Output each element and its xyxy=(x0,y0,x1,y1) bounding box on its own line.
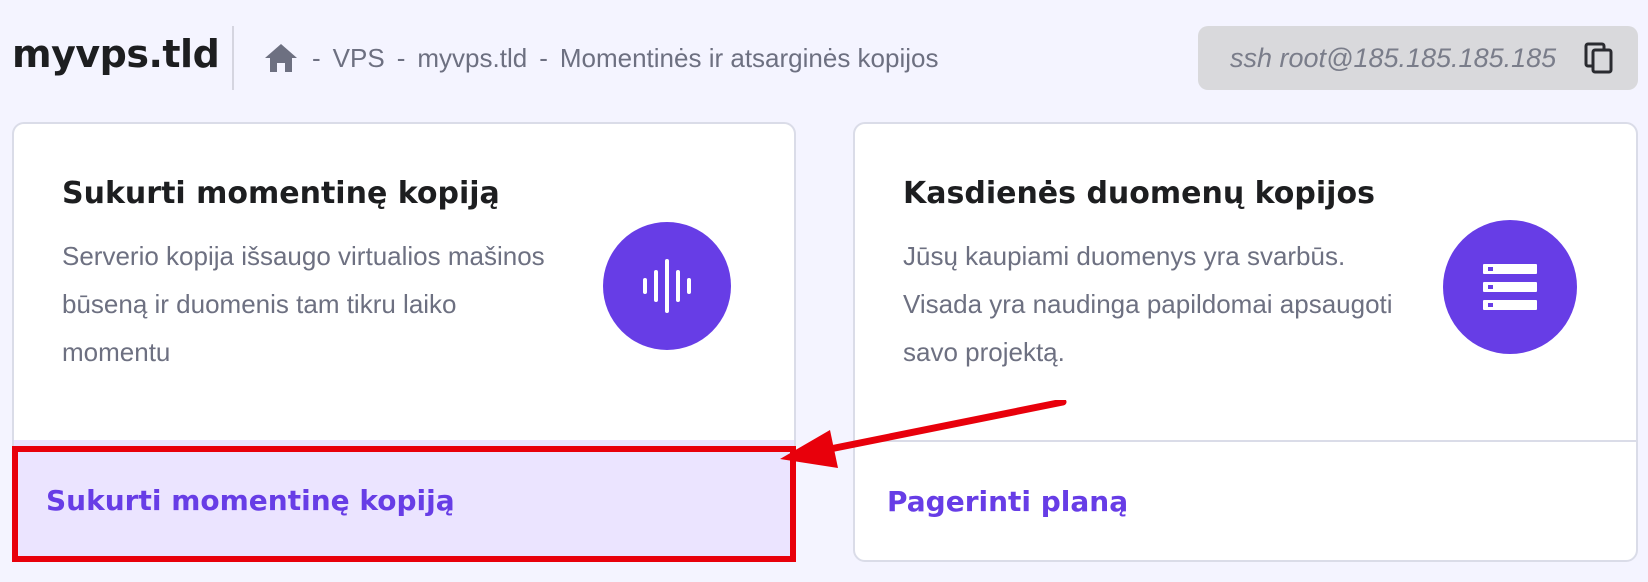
top-bar: myvps.tld - VPS - myvps.tld - Momentinės… xyxy=(0,0,1648,118)
breadcrumb: - VPS - myvps.tld - Momentinės ir atsarg… xyxy=(264,38,938,78)
site-title: myvps.tld xyxy=(12,32,220,76)
daily-backups-card-description: Jūsų kaupiami duomenys yra svarbūs. Visa… xyxy=(903,241,1393,367)
breadcrumb-item-server[interactable]: myvps.tld xyxy=(417,43,527,74)
breadcrumb-separator: - xyxy=(312,42,321,73)
snapshot-card: Sukurti momentinę kopiją Serverio kopija… xyxy=(12,122,796,562)
breadcrumb-separator: - xyxy=(396,42,406,73)
header-divider xyxy=(232,26,234,90)
home-icon[interactable] xyxy=(264,42,300,74)
copy-icon[interactable] xyxy=(1582,41,1616,75)
snapshot-card-title: Sukurti momentinę kopiją xyxy=(62,176,500,211)
breadcrumb-item-vps[interactable]: VPS xyxy=(333,43,385,74)
ssh-command-text: ssh root@185.185.185.185 xyxy=(1230,42,1557,73)
daily-backups-card: Kasdienės duomenų kopijos Jūsų kaupiami … xyxy=(853,122,1638,562)
daily-backups-card-title: Kasdienės duomenų kopijos xyxy=(903,176,1375,211)
upgrade-plan-link[interactable]: Pagerinti planą xyxy=(855,440,1636,560)
ssh-command-box: ssh root@185.185.185.185 xyxy=(1198,26,1638,90)
breadcrumb-separator: - xyxy=(539,42,548,73)
snapshot-card-description: Serverio kopija išsaugo virtualios mašin… xyxy=(62,241,545,367)
breadcrumb-item-current: Momentinės ir atsarginės kopijos xyxy=(559,42,939,73)
soundwave-icon xyxy=(603,222,731,350)
server-list-icon xyxy=(1443,220,1577,354)
create-snapshot-button[interactable]: Sukurti momentinę kopiją xyxy=(14,440,794,560)
